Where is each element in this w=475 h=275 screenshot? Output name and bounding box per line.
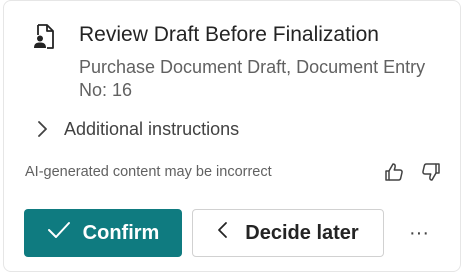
confirm-label: Confirm [82, 221, 160, 244]
more-options-button[interactable]: ··· [404, 219, 434, 247]
thumbs-down-icon[interactable] [418, 159, 444, 185]
additional-instructions-toggle[interactable]: Additional instructions [34, 115, 239, 143]
decide-later-button[interactable]: Decide later [192, 209, 384, 257]
review-card: Review Draft Before Finalization Purchas… [3, 0, 461, 272]
card-subtitle: Purchase Document Draft, Document Entry … [79, 57, 426, 100]
checkmark-icon [47, 220, 83, 246]
confirm-button[interactable]: Confirm [24, 209, 182, 257]
chevron-left-icon [217, 220, 245, 246]
ai-disclaimer: AI-generated content may be incorrect [25, 164, 272, 180]
thumbs-up-icon[interactable] [381, 159, 407, 185]
decide-later-label: Decide later [245, 221, 359, 244]
card-title: Review Draft Before Finalization [79, 23, 379, 46]
document-person-icon [32, 23, 58, 51]
chevron-right-icon [34, 119, 50, 139]
more-horizontal-icon: ··· [409, 221, 429, 244]
additional-instructions-label: Additional instructions [64, 118, 240, 139]
